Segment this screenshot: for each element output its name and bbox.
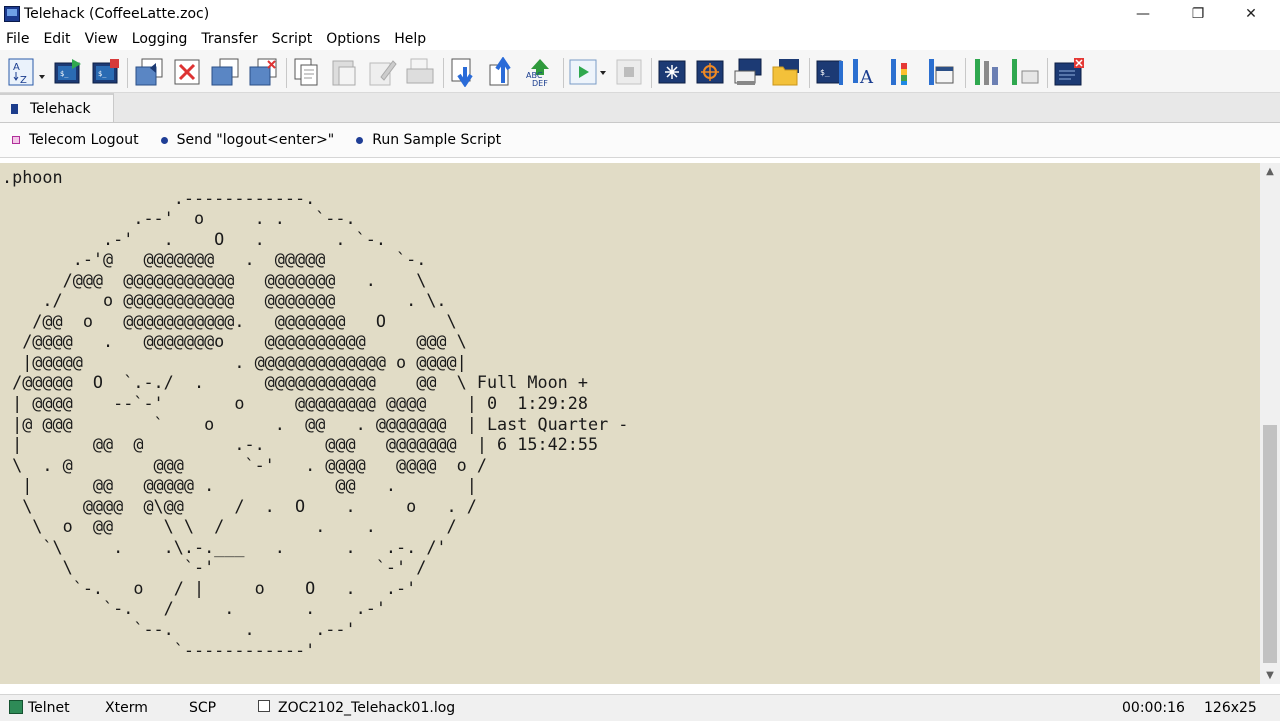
menu-script[interactable]: Script (266, 31, 321, 47)
host-x-icon[interactable] (172, 57, 202, 87)
upload-icon[interactable] (487, 57, 517, 87)
scrollbar-thumb[interactable] (1263, 425, 1277, 663)
download-icon[interactable] (449, 57, 479, 87)
sort-az-icon[interactable]: A Z (8, 57, 48, 87)
log-checkbox[interactable] (258, 700, 270, 712)
svg-text:Z: Z (20, 75, 27, 86)
menu-bar: File Edit View Logging Transfer Script O… (0, 28, 1280, 50)
menu-transfer[interactable]: Transfer (195, 31, 265, 47)
terminal-window[interactable]: .phoon .------------. .--' o . . `--. .-… (0, 163, 1260, 684)
menu-edit[interactable]: Edit (37, 31, 78, 47)
toolbar-separator (563, 58, 564, 88)
toolbar-separator (651, 58, 652, 88)
telecom-logout-button[interactable]: Telecom Logout (12, 132, 139, 148)
bullet-icon (356, 136, 364, 144)
session-tab-bar: Telehack (0, 93, 1280, 123)
host-back-icon[interactable] (134, 57, 164, 87)
logout-icon (12, 136, 20, 144)
button-label: Run Sample Script (372, 132, 502, 148)
window-title: Telehack (CoffeeLatte.zoc) (24, 6, 210, 22)
tab-telehack[interactable]: Telehack (0, 93, 114, 122)
toolbar-separator (443, 58, 444, 88)
tools-icon[interactable] (972, 57, 1002, 87)
svg-text:$_: $_ (98, 70, 107, 78)
colors-icon[interactable] (887, 57, 917, 87)
edit-icon[interactable] (367, 57, 397, 87)
menu-options[interactable]: Options (320, 31, 388, 47)
status-terminal-size: 126x25 (1204, 700, 1257, 716)
window-icon[interactable] (925, 57, 955, 87)
status-logfile[interactable]: ZOC2102_Telehack01.log (278, 700, 455, 716)
svg-text:DEF: DEF (532, 79, 548, 87)
host-new-icon[interactable] (210, 57, 240, 87)
copy-icon[interactable] (291, 57, 321, 87)
font-icon[interactable]: A (851, 57, 881, 87)
button-label: Send "logout<enter>" (176, 132, 335, 148)
folder-icon[interactable] (771, 57, 801, 87)
compass-icon[interactable] (657, 57, 687, 87)
status-transfer[interactable]: SCP (189, 700, 216, 716)
connect-icon[interactable]: $_ (53, 57, 83, 87)
user-button-bar: Telecom Logout Send "logout<enter>" Run … (0, 123, 1280, 158)
terminal-output: .phoon .------------. .--' o . . `--. .-… (2, 167, 629, 684)
status-emulation[interactable]: Xterm (105, 700, 148, 716)
bullet-icon (160, 136, 168, 144)
target-icon[interactable] (695, 57, 725, 87)
stop-script-icon[interactable] (614, 57, 644, 87)
computer-icon[interactable] (733, 57, 763, 87)
svg-text:$_: $_ (820, 68, 830, 77)
settings-tubes-icon[interactable] (1008, 57, 1040, 87)
menu-file[interactable]: File (0, 31, 37, 47)
run-sample-script-button[interactable]: Run Sample Script (356, 132, 501, 148)
paste-icon[interactable] (329, 57, 359, 87)
session-icon (11, 103, 18, 114)
title-bar: Telehack (CoffeeLatte.zoc) — ❐ ✕ (0, 0, 1280, 28)
app-icon (4, 6, 20, 22)
svg-text:A: A (859, 67, 874, 87)
maximize-button[interactable]: ❐ (1175, 0, 1221, 28)
scroll-down-arrow-icon[interactable]: ▼ (1260, 667, 1280, 684)
send-logout-button[interactable]: Send "logout<enter>" (160, 132, 335, 148)
menu-logging[interactable]: Logging (126, 31, 196, 47)
print-icon[interactable] (405, 57, 435, 87)
button-label: Telecom Logout (29, 132, 139, 148)
host-close-icon[interactable] (248, 57, 278, 87)
svg-text:A: A (13, 62, 20, 73)
toolbar-separator (127, 58, 128, 88)
toolbar-separator (965, 58, 966, 88)
toolbar: A Z $_ $_ ABC DEF $_ A (0, 50, 1280, 93)
close-button[interactable]: ✕ (1228, 0, 1274, 28)
play-script-icon[interactable] (569, 57, 609, 87)
console-icon[interactable]: $_ (815, 57, 845, 87)
disconnect-icon[interactable]: $_ (91, 57, 121, 87)
scroll-up-arrow-icon[interactable]: ▲ (1260, 163, 1280, 180)
telnet-icon (9, 700, 23, 714)
svg-text:$_: $_ (60, 70, 69, 78)
status-protocol[interactable]: Telnet (28, 700, 70, 716)
toolbar-separator (286, 58, 287, 88)
exit-icon[interactable] (1053, 57, 1085, 87)
status-bar: Telnet Xterm SCP ZOC2102_Telehack01.log … (0, 694, 1280, 721)
menu-help[interactable]: Help (388, 31, 434, 47)
tab-label: Telehack (30, 100, 91, 117)
menu-view[interactable]: View (79, 31, 126, 47)
abc-def-icon[interactable]: ABC DEF (525, 57, 555, 87)
toolbar-separator (1047, 58, 1048, 88)
vertical-scrollbar[interactable]: ▲ ▼ (1260, 163, 1280, 684)
status-elapsed-time: 00:00:16 (1122, 700, 1185, 716)
minimize-button[interactable]: — (1120, 0, 1166, 28)
toolbar-separator (809, 58, 810, 88)
